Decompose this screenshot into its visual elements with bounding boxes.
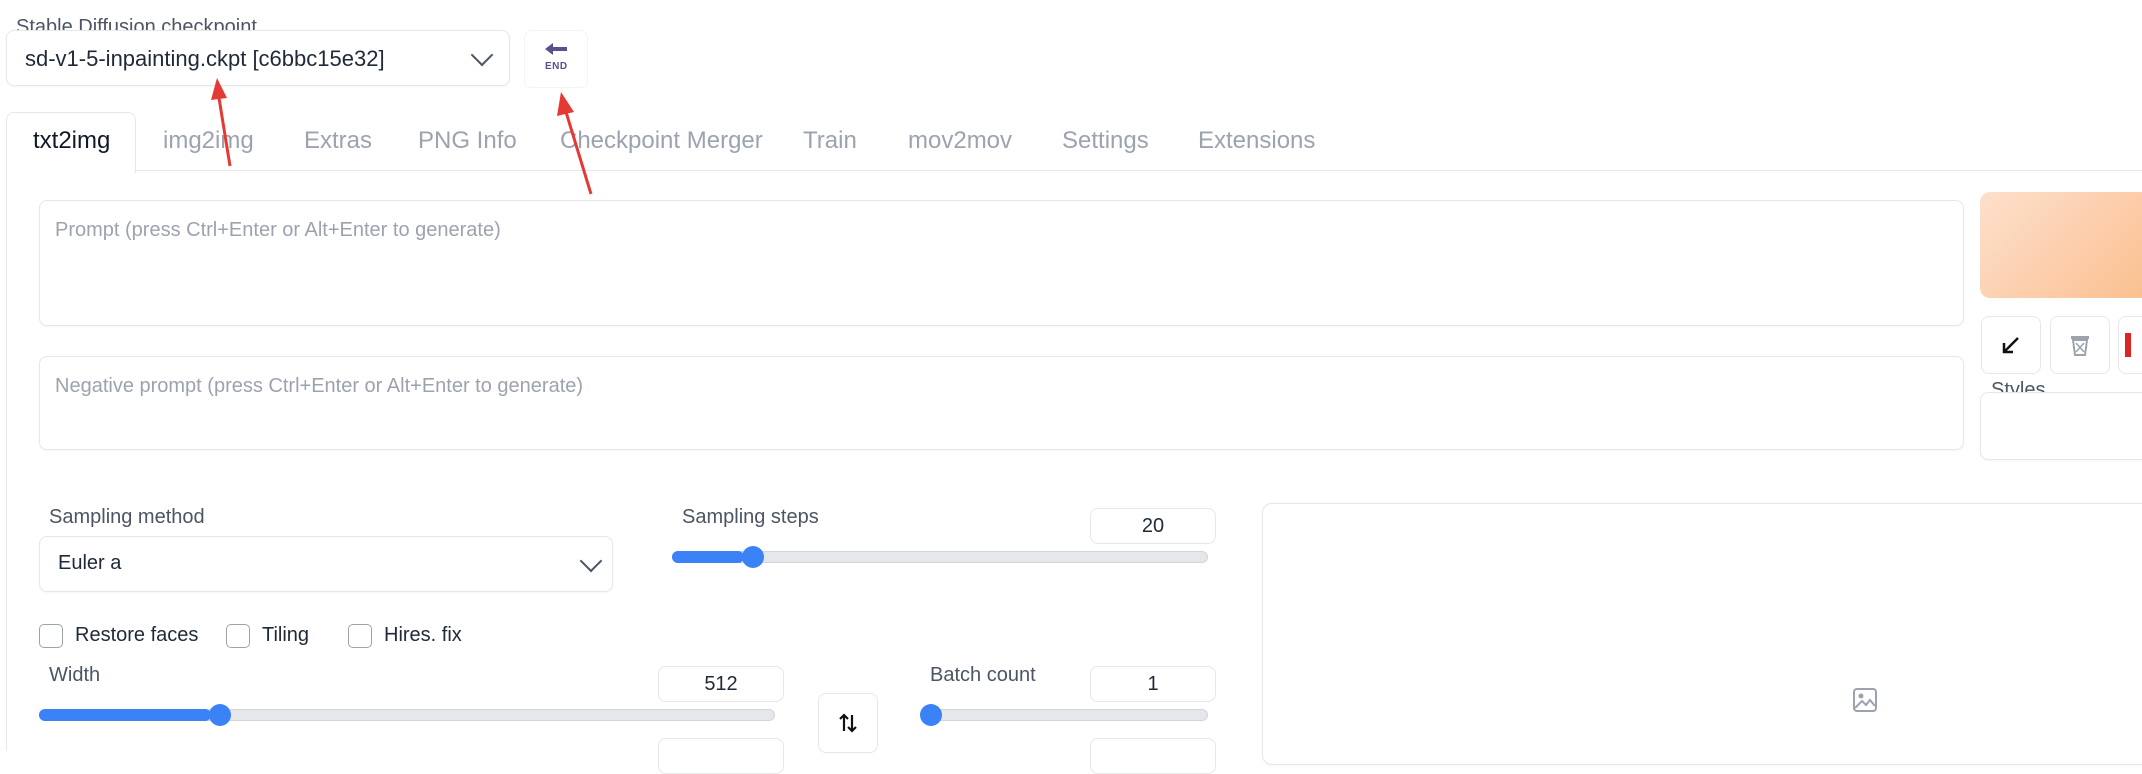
swap-arrows-icon — [839, 713, 857, 733]
sampling-steps-label: Sampling steps — [682, 506, 819, 528]
slider-thumb[interactable] — [209, 704, 231, 726]
batch-size-input[interactable] — [1090, 738, 1216, 774]
prompt-input[interactable]: Prompt (press Ctrl+Enter or Alt+Enter to… — [39, 200, 1964, 326]
negative-prompt-input[interactable]: Negative prompt (press Ctrl+Enter or Alt… — [39, 356, 1964, 450]
width-input[interactable]: 512 — [658, 666, 784, 702]
chevron-down-icon — [470, 43, 494, 67]
tab-extensions[interactable]: Extensions — [1198, 127, 1315, 155]
clear-prompt-button[interactable] — [2050, 316, 2110, 374]
slider-fill — [672, 551, 744, 563]
tab-train[interactable]: Train — [803, 127, 857, 155]
end-icon-text: END — [545, 61, 568, 72]
sampling-method-label: Sampling method — [49, 506, 205, 528]
slider-fill — [39, 709, 211, 721]
hires-fix-checkbox[interactable] — [348, 624, 372, 648]
checkpoint-dropdown[interactable]: sd-v1-5-inpainting.ckpt [c6bbc15e32] — [6, 30, 510, 86]
read-params-button[interactable] — [1981, 316, 2041, 374]
sampling-steps-slider[interactable] — [672, 545, 1208, 569]
hires-fix-label: Hires. fix — [384, 624, 462, 646]
tab-txt2img[interactable]: txt2img — [33, 127, 110, 155]
refresh-checkpoint-button[interactable]: END — [524, 30, 588, 88]
height-input[interactable] — [658, 738, 784, 774]
slider-thumb[interactable] — [742, 546, 764, 568]
tab-extras[interactable]: Extras — [304, 127, 372, 155]
restore-faces-checkbox[interactable] — [39, 624, 63, 648]
tab-checkpoint-merger[interactable]: Checkpoint Merger — [560, 127, 763, 155]
width-label: Width — [49, 664, 101, 686]
sampling-steps-input[interactable]: 20 — [1090, 508, 1216, 544]
negative-prompt-placeholder: Negative prompt (press Ctrl+Enter or Alt… — [55, 375, 584, 397]
tab-img2img[interactable]: img2img — [163, 127, 254, 155]
red-icon — [2125, 333, 2131, 357]
prompt-placeholder: Prompt (press Ctrl+Enter or Alt+Enter to… — [55, 219, 501, 241]
chevron-down-icon — [579, 549, 603, 573]
sampling-method-value: Euler a — [58, 552, 122, 574]
output-gallery — [1262, 503, 2142, 765]
tab-mov2mov[interactable]: mov2mov — [908, 127, 1012, 155]
checkpoint-value: sd-v1-5-inpainting.ckpt [c6bbc15e32] — [25, 46, 385, 71]
extra-networks-button[interactable] — [2118, 316, 2142, 374]
trash-icon — [2071, 336, 2089, 356]
restore-faces-label: Restore faces — [75, 624, 199, 646]
tab-png-info[interactable]: PNG Info — [418, 127, 517, 155]
arrow-down-left-icon — [2002, 337, 2019, 354]
swap-dimensions-button[interactable] — [818, 693, 878, 753]
slider-thumb[interactable] — [920, 704, 942, 726]
batch-count-label: Batch count — [930, 664, 1036, 686]
generate-button[interactable] — [1980, 192, 2142, 298]
batch-count-slider[interactable] — [920, 703, 1208, 727]
slider-track — [922, 709, 1208, 721]
image-placeholder-icon — [1853, 688, 1877, 712]
tab-settings[interactable]: Settings — [1062, 127, 1149, 155]
tiling-label: Tiling — [262, 624, 310, 646]
batch-count-input[interactable]: 1 — [1090, 666, 1216, 702]
width-slider[interactable] — [39, 703, 775, 727]
styles-dropdown[interactable] — [1980, 392, 2142, 460]
sampling-method-dropdown[interactable]: Euler a — [39, 536, 613, 592]
tiling-checkbox[interactable] — [226, 624, 250, 648]
